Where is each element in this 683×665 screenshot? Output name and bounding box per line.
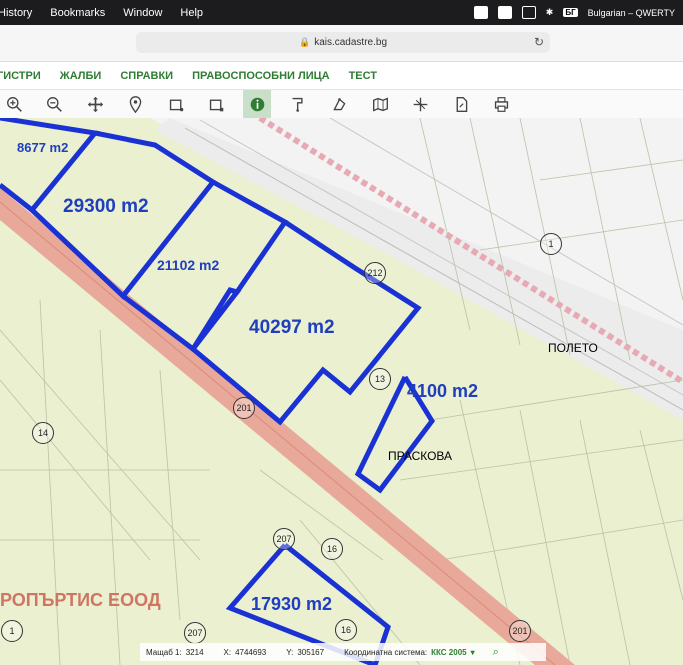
nav-references[interactable]: СПРАВКИ xyxy=(120,70,173,82)
measure-icon[interactable] xyxy=(284,90,312,118)
pan-icon[interactable] xyxy=(81,90,109,118)
document-icon[interactable] xyxy=(447,90,475,118)
menubar-tray: ✱ БГ Bulgarian – QWERTY xyxy=(473,0,675,25)
select-rect-icon[interactable] xyxy=(162,90,190,118)
keyboard-badge[interactable]: БГ xyxy=(563,8,578,17)
coord-system-label: Координатна система: xyxy=(344,647,428,657)
address-text: kais.cadastre.bg xyxy=(314,37,388,48)
parcel-area-label: 17930 m2 xyxy=(251,594,333,614)
parcel-number: 201 xyxy=(233,397,255,419)
nav-test[interactable]: ТЕСТ xyxy=(349,70,377,82)
browser-chrome: 🔒 kais.cadastre.bg ↻ xyxy=(0,25,683,62)
keyboard-layout-name: Bulgarian – QWERTY xyxy=(587,7,675,18)
y-value: 305167 xyxy=(297,647,325,657)
x-value: 4744693 xyxy=(235,647,267,657)
menu-help[interactable]: Help xyxy=(180,7,203,19)
parcel-number: 201 xyxy=(509,620,531,642)
parcel-area-label: 4100 m2 xyxy=(407,381,479,401)
bluetooth-icon[interactable]: ✱ xyxy=(546,7,554,18)
info-icon[interactable] xyxy=(243,90,271,118)
os-menubar: History Bookmarks Window Help ✱ БГ Bulga… xyxy=(0,0,683,25)
parcel-number: 16 xyxy=(321,538,343,560)
cadastral-map[interactable]: 8677 m2 29300 m2 21102 m2 40297 m2 4100 … xyxy=(0,118,683,665)
menu-bookmarks[interactable]: Bookmarks xyxy=(50,7,105,19)
tray-w-icon[interactable] xyxy=(497,6,512,19)
y-label: Y: xyxy=(286,647,294,657)
site-nav: ГИСТРИ ЖАЛБИ СПРАВКИ ПРАВОСПОСОБНИ ЛИЦА … xyxy=(0,62,683,90)
nav-registers[interactable]: ГИСТРИ xyxy=(0,70,41,82)
nav-licensed-persons[interactable]: ПРАВОСПОСОБНИ ЛИЦА xyxy=(192,70,330,82)
nav-complaints[interactable]: ЖАЛБИ xyxy=(60,70,102,82)
address-bar[interactable]: 🔒 kais.cadastre.bg ↻ xyxy=(136,32,550,53)
parcel-number: 207 xyxy=(273,528,295,550)
crop-icon[interactable] xyxy=(406,90,434,118)
owner-label: РОПЪРТИС ЕООД xyxy=(0,590,161,610)
parcel-number: 14 xyxy=(32,422,54,444)
scale-label: Мащаб 1: xyxy=(146,647,182,657)
layers-map-icon[interactable] xyxy=(366,90,394,118)
map-statusbar: Мащаб 1: 3214 X: 4744693 Y: 305167 Коорд… xyxy=(140,643,546,661)
parcel-area-label: 29300 m2 xyxy=(63,196,149,217)
lock-icon: 🔒 xyxy=(298,37,311,47)
parcel-area-label: 8677 m2 xyxy=(17,140,69,155)
x-label: X: xyxy=(223,647,232,657)
tray-app-icon[interactable] xyxy=(473,6,488,19)
menu-history[interactable]: History xyxy=(0,7,32,19)
select-rect-alt-icon[interactable] xyxy=(202,90,230,118)
coord-system-select[interactable]: ККС 2005 xyxy=(431,648,466,657)
place-name-label: ПОЛЕТО xyxy=(548,341,598,355)
reload-icon[interactable]: ↻ xyxy=(534,35,544,49)
parcel-number: 207 xyxy=(184,622,206,644)
parcel-number: 13 xyxy=(369,368,391,390)
parcel-number: 1 xyxy=(1,620,23,642)
zoom-in-icon[interactable] xyxy=(0,90,28,118)
place-name-label: ПРАСКОВА xyxy=(388,449,453,463)
chevron-down-icon[interactable]: ▾ xyxy=(471,648,475,657)
menu-window[interactable]: Window xyxy=(123,7,162,19)
print-icon[interactable] xyxy=(487,90,515,118)
parcel-number: 16 xyxy=(335,619,357,641)
zoom-out-icon[interactable] xyxy=(40,90,68,118)
map-toolbar xyxy=(0,90,683,119)
tray-shield-icon[interactable] xyxy=(521,6,536,19)
scale-value: 3214 xyxy=(185,647,204,657)
parcel-number: 212 xyxy=(364,262,386,284)
location-pin-icon[interactable] xyxy=(121,90,149,118)
parcel-area-label: 21102 m2 xyxy=(157,257,220,273)
parcel-area-label: 40297 m2 xyxy=(249,317,335,338)
identify-icon[interactable] xyxy=(325,90,353,118)
parcel-number: 1 xyxy=(540,233,562,255)
search-icon[interactable]: ⌕ xyxy=(493,646,499,659)
